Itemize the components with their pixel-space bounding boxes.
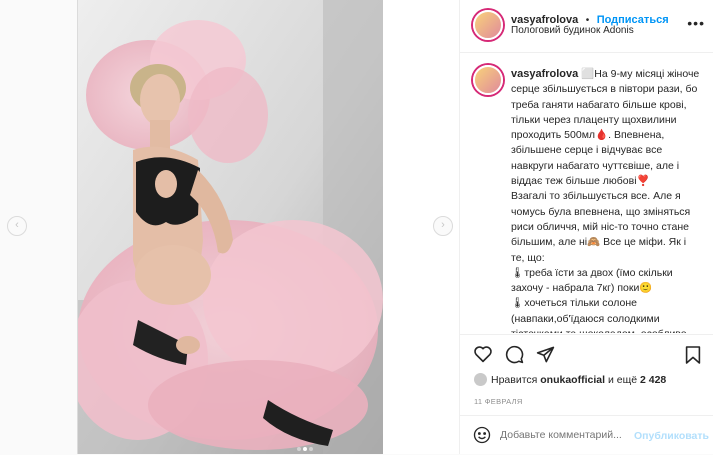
heart-icon: [474, 346, 492, 363]
caption-avatar[interactable]: [473, 65, 503, 95]
liked-by-user[interactable]: onukaofficial: [540, 374, 605, 386]
chevron-left-icon: ‹: [15, 219, 19, 231]
more-options-button[interactable]: •••: [687, 15, 705, 31]
emoji-button[interactable]: [473, 426, 491, 449]
share-icon: [536, 346, 555, 363]
post-header: vasyafrolova • Подписаться Пологовий буд…: [460, 0, 713, 53]
chevron-right-icon: ›: [441, 219, 445, 231]
carousel-prev-button[interactable]: ‹: [7, 216, 27, 236]
carousel-indicator: [296, 438, 314, 454]
likes-middle: и ещё: [607, 374, 638, 386]
liker-avatar[interactable]: [474, 373, 487, 386]
post-sidebar: vasyafrolova • Подписаться Пологовий буд…: [459, 0, 713, 454]
location-link[interactable]: Пологовий будинок Adonis: [511, 25, 634, 36]
likes-line: Нравится onukaofficial и ещё 2 428: [474, 373, 666, 386]
bookmark-icon: [685, 346, 701, 364]
like-button[interactable]: [473, 345, 493, 368]
post-photo[interactable]: [78, 0, 383, 454]
caption-body: ⬜На 9-му місяці жіноче серце збільшуєтьс…: [511, 68, 700, 333]
avatar[interactable]: [473, 10, 503, 40]
comment-button[interactable]: [505, 345, 524, 369]
save-button[interactable]: [685, 345, 701, 370]
likes-prefix: Нравится: [491, 374, 538, 386]
smiley-icon: [473, 426, 491, 444]
share-button[interactable]: [536, 345, 555, 369]
post-dialog: › vasyafrolova • Подписаться Пологовий б…: [77, 0, 713, 454]
carousel-dot: [297, 447, 301, 451]
carousel-dot: [309, 447, 313, 451]
ellipsis-icon: •••: [687, 15, 705, 31]
likes-count[interactable]: 2 428: [640, 374, 666, 386]
carousel-dot-active: [303, 447, 307, 451]
comment-input[interactable]: [500, 429, 650, 441]
photo-illustration: [78, 0, 383, 454]
post-date[interactable]: 11 ФЕВРАЛЯ: [474, 397, 523, 406]
carousel-next-button[interactable]: ›: [433, 216, 453, 236]
caption-text: vasyafrolova ⬜На 9-му місяці жіноче серц…: [511, 67, 701, 333]
comment-icon: [505, 345, 524, 364]
caption-username[interactable]: vasyafrolova: [511, 68, 578, 80]
publish-button[interactable]: Опубликовать: [634, 430, 709, 442]
comment-box: Опубликовать: [460, 415, 713, 455]
caption-area: vasyafrolova ⬜На 9-му місяці жіноче серц…: [460, 53, 713, 333]
